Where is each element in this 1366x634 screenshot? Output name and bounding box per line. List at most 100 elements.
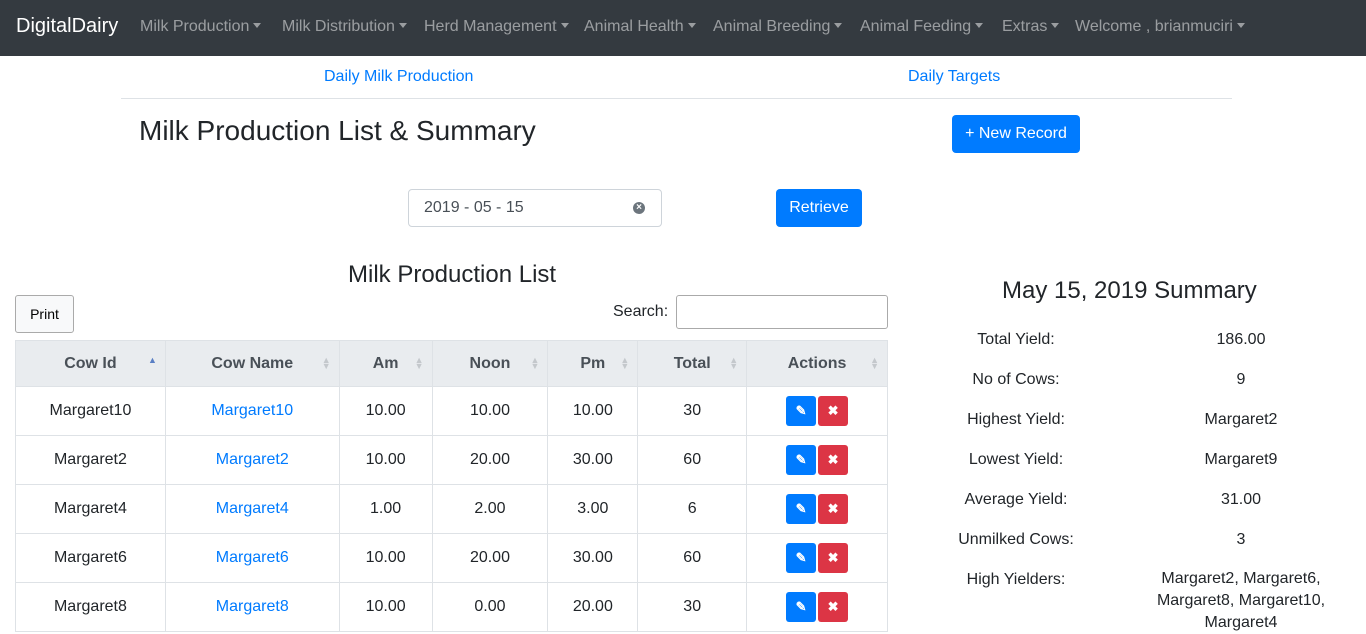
cell-noon: 20.00 (431, 435, 549, 485)
edit-icon[interactable]: ✎ (786, 494, 817, 524)
delete-icon[interactable]: ✖ (818, 592, 849, 622)
edit-icon[interactable]: ✎ (786, 543, 817, 573)
cow-name-link[interactable]: Margaret6 (164, 533, 340, 583)
cell-pm: 30.00 (547, 435, 639, 485)
cow-name-link[interactable]: Margaret2 (164, 435, 340, 485)
search-label: Search: (613, 303, 669, 320)
cow-name-link[interactable]: Margaret8 (164, 582, 340, 632)
nav-user-menu[interactable]: Welcome , brianmuciri (1075, 18, 1245, 36)
cell-am: 10.00 (338, 582, 433, 632)
clear-icon[interactable]: × (633, 202, 645, 214)
new-record-button[interactable]: + New Record (952, 115, 1080, 153)
summary-value: Margaret2 (1204, 411, 1278, 428)
date-picker-input[interactable]: 2019 - 05 - 15 × (408, 189, 662, 227)
delete-icon[interactable]: ✖ (818, 543, 849, 573)
date-value: 2019 - 05 - 15 (424, 199, 524, 216)
list-title: Milk Production List (348, 261, 557, 288)
cell-cow-id: Margaret4 (15, 484, 166, 534)
summary-title: May 15, 2019 Summary (1002, 277, 1257, 304)
column-header-am[interactable]: Am ▲ ▼ (338, 340, 433, 387)
caret-down-icon (1236, 23, 1245, 28)
cell-pm: 30.00 (547, 533, 639, 583)
summary-label: Unmilked Cows: (958, 531, 1074, 548)
cell-actions: ✎ ✖ (746, 435, 888, 485)
daily-milk-production-link[interactable]: Daily Milk Production (324, 68, 473, 86)
cell-actions: ✎ ✖ (746, 386, 888, 436)
summary-label: Lowest Yield: (968, 451, 1064, 468)
cell-noon: 0.00 (431, 582, 549, 632)
caret-down-icon (398, 23, 407, 28)
edit-icon[interactable]: ✎ (786, 396, 817, 426)
summary-value: Margaret2, Margaret6, Margaret8, Margare… (1156, 570, 1326, 631)
table-header-row: Cow Id ▲ Cow Name ▲ ▼ Am ▲ ▼ Noon ▲ ▼ Pm ▲ ▼ Tota… (15, 340, 888, 387)
cell-pm: 10.00 (547, 386, 639, 436)
cell-noon: 2.00 (431, 484, 549, 534)
nav-animal-breeding[interactable]: Animal Breeding (713, 18, 843, 36)
cell-am: 1.00 (338, 484, 433, 534)
nav-milk-distribution[interactable]: Milk Distribution (282, 18, 407, 36)
cell-pm: 20.00 (547, 582, 639, 632)
summary-value: 31.00 (1220, 491, 1262, 508)
daily-targets-link[interactable]: Daily Targets (908, 68, 1000, 86)
table-row: Margaret2 Margaret2 10.00 20.00 30.00 60… (15, 435, 888, 485)
nav-herd-management[interactable]: Herd Management (424, 18, 569, 36)
nav-animal-health[interactable]: Animal Health (584, 18, 696, 36)
cow-name-link[interactable]: Margaret10 (164, 386, 340, 436)
edit-icon[interactable]: ✎ (786, 592, 817, 622)
summary-value: 186.00 (1216, 331, 1266, 348)
summary-label: High Yielders: (966, 571, 1066, 588)
cell-cow-id: Margaret10 (15, 386, 166, 436)
table-row: Margaret4 Margaret4 1.00 2.00 3.00 6 ✎ ✖ (15, 484, 888, 534)
cell-total: 30 (637, 386, 748, 436)
nav-animal-feeding[interactable]: Animal Feeding (860, 18, 984, 36)
summary-label: Highest Yield: (967, 411, 1065, 428)
divider (121, 98, 1232, 99)
caret-down-icon (253, 23, 262, 28)
cell-cow-id: Margaret2 (15, 435, 166, 485)
cow-name-link[interactable]: Margaret4 (164, 484, 340, 534)
table-row: Margaret8 Margaret8 10.00 0.00 20.00 30 … (15, 582, 888, 632)
delete-icon[interactable]: ✖ (818, 494, 849, 524)
caret-down-icon (687, 23, 696, 28)
column-header-cow-name[interactable]: Cow Name ▲ ▼ (164, 340, 340, 387)
cell-pm: 3.00 (547, 484, 639, 534)
retrieve-button[interactable]: Retrieve (776, 189, 862, 227)
column-header-actions[interactable]: Actions ▲ ▼ (746, 340, 888, 387)
cell-actions: ✎ ✖ (746, 533, 888, 583)
cell-noon: 10.00 (431, 386, 549, 436)
cell-am: 10.00 (338, 386, 433, 436)
cell-total: 60 (637, 533, 748, 583)
summary-value: Margaret9 (1204, 451, 1278, 468)
cell-cow-id: Margaret8 (15, 582, 166, 632)
cell-am: 10.00 (338, 435, 433, 485)
print-button[interactable]: Print (15, 295, 74, 333)
column-header-noon[interactable]: Noon ▲ ▼ (431, 340, 549, 387)
caret-down-icon (975, 23, 984, 28)
summary-label: Total Yield: (977, 331, 1055, 348)
delete-icon[interactable]: ✖ (818, 396, 849, 426)
sort-icon: ▲ ▼ (530, 355, 540, 371)
sort-icon: ▲ ▼ (414, 355, 424, 371)
sort-icon: ▲ (147, 355, 157, 365)
summary-label: Average Yield: (964, 491, 1068, 508)
search-input[interactable] (676, 295, 888, 329)
brand-logo[interactable]: DigitalDairy (16, 15, 118, 38)
column-header-cow-id[interactable]: Cow Id ▲ (15, 340, 166, 387)
delete-icon[interactable]: ✖ (818, 445, 849, 475)
cell-total: 30 (637, 582, 748, 632)
cell-noon: 20.00 (431, 533, 549, 583)
column-header-total[interactable]: Total ▲ ▼ (637, 340, 748, 387)
summary-label: No of Cows: (972, 371, 1060, 388)
cell-total: 6 (637, 484, 748, 534)
column-header-pm[interactable]: Pm ▲ ▼ (547, 340, 639, 387)
table-row: Margaret10 Margaret10 10.00 10.00 10.00 … (15, 386, 888, 436)
page-title: Milk Production List & Summary (139, 115, 536, 146)
top-navbar: DigitalDairy Milk Production Milk Distri… (0, 0, 1366, 56)
sort-icon: ▲ ▼ (620, 355, 630, 371)
summary-value: 3 (1236, 531, 1246, 548)
nav-milk-production[interactable]: Milk Production (140, 18, 262, 36)
nav-extras[interactable]: Extras (1002, 18, 1060, 36)
edit-icon[interactable]: ✎ (786, 445, 817, 475)
summary-value: 9 (1236, 371, 1246, 388)
sort-icon: ▲ ▼ (870, 355, 879, 371)
